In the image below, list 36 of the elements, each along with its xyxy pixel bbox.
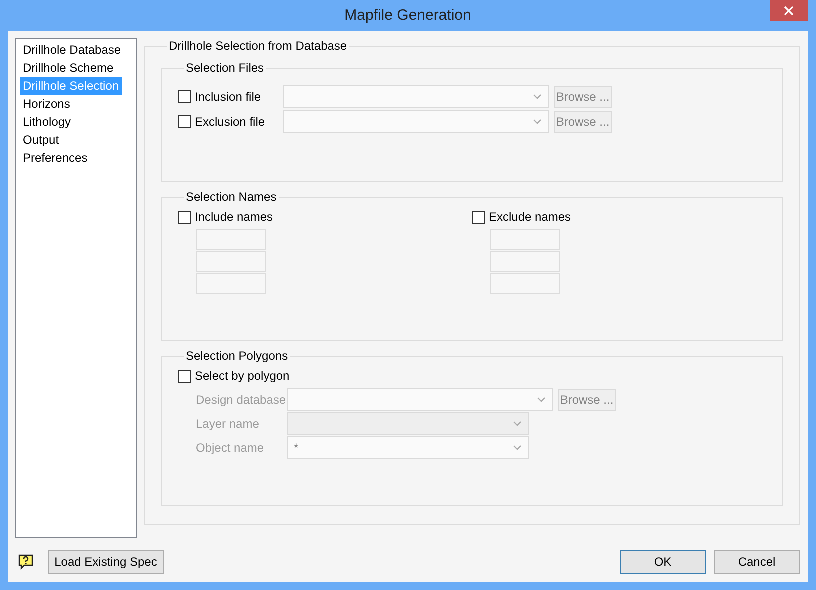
group-title: Selection Files [185, 61, 266, 75]
name-cell[interactable] [490, 273, 560, 294]
chevron-icon [533, 94, 542, 100]
field-label: Design database [196, 392, 287, 406]
section-item[interactable]: Drillhole Database [20, 41, 124, 59]
dialog-button[interactable]: OK [620, 550, 706, 574]
section-item[interactable]: Output [20, 131, 62, 149]
field-label: Object name [196, 440, 266, 454]
close-button[interactable] [770, 0, 808, 21]
panel-title: Drillhole Selection from Database [168, 39, 348, 53]
checkbox[interactable]: Include names [178, 210, 274, 224]
checkbox[interactable]: Exclude names [472, 210, 572, 224]
checkbox[interactable]: Select by polygon [178, 369, 290, 383]
section-item[interactable]: Lithology [20, 113, 74, 131]
close-icon [784, 6, 794, 16]
name-cell[interactable] [196, 273, 266, 294]
load-spec-button[interactable]: Load Existing Spec [48, 550, 164, 574]
dialog-button[interactable]: Cancel [714, 550, 800, 574]
chevron-icon [537, 396, 546, 402]
help-icon[interactable] [18, 554, 34, 570]
dropdown[interactable] [287, 412, 529, 435]
field-label: Layer name [196, 416, 260, 430]
group-title: Selection Names [185, 190, 278, 204]
name-cell[interactable] [490, 229, 560, 250]
chevron-icon [513, 420, 522, 426]
section-item[interactable]: Drillhole Scheme [20, 59, 117, 77]
section-item[interactable]: Horizons [20, 95, 74, 113]
group-title: Selection Polygons [185, 349, 290, 363]
chevron-icon [513, 444, 522, 450]
combo-field[interactable] [287, 388, 553, 411]
section-item[interactable]: Preferences [20, 149, 91, 167]
name-cell[interactable] [490, 251, 560, 272]
name-cell[interactable] [196, 251, 266, 272]
chevron-icon [533, 118, 542, 124]
name-cell[interactable] [196, 229, 266, 250]
window-title: Mapfile Generation [344, 7, 472, 24]
